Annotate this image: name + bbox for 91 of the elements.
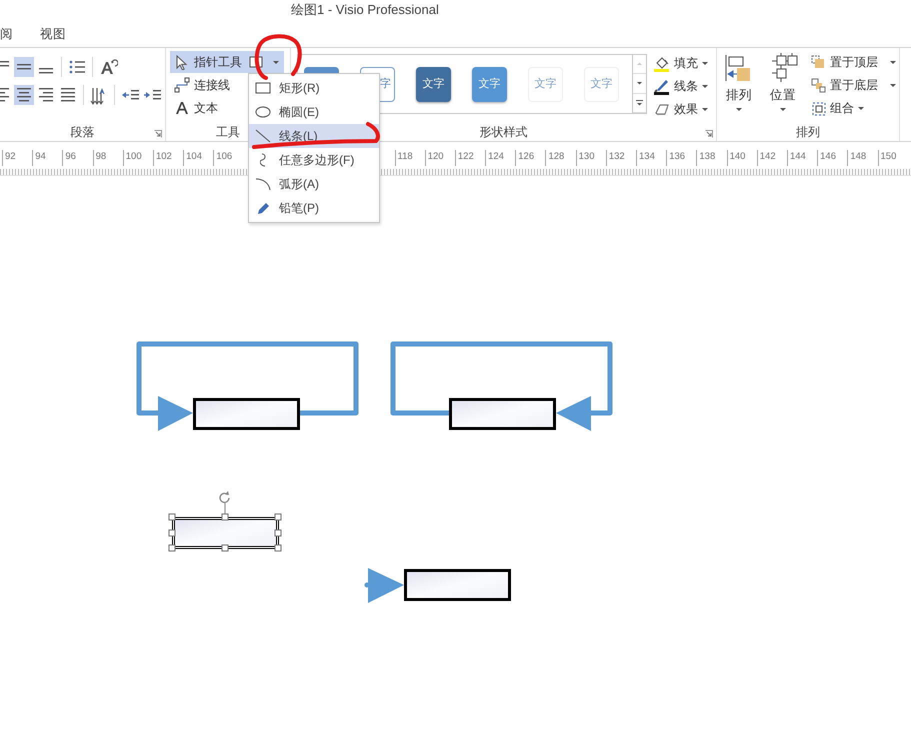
front-button[interactable]: 置于顶层 xyxy=(809,51,898,73)
ruler-label: 118 xyxy=(394,150,425,166)
ruler-label: 102 xyxy=(152,150,184,166)
process-shape[interactable] xyxy=(449,398,556,430)
dialog-launcher-icon[interactable] xyxy=(705,130,713,138)
ellipse-icon xyxy=(255,104,271,120)
ruler-label: 106 xyxy=(213,150,244,166)
ruler-label: 94 xyxy=(32,150,62,166)
ruler-label: 98 xyxy=(92,150,123,166)
menu-item[interactable]: 椭圆(E) xyxy=(249,100,379,124)
process-shape[interactable] xyxy=(193,398,300,430)
process-shape[interactable] xyxy=(404,569,511,601)
align-bottom-icon xyxy=(39,68,53,74)
group-label: 排列 xyxy=(796,125,820,140)
ruler-label: 138 xyxy=(696,150,727,166)
caret-icon xyxy=(702,108,708,110)
font-grow-icon xyxy=(98,57,118,77)
freeform-icon xyxy=(260,153,267,167)
caret-icon xyxy=(273,60,279,64)
style-tile[interactable]: 文字 xyxy=(416,66,451,102)
ribbon-tab[interactable]: 视图 xyxy=(26,25,79,44)
dialog-launcher-icon[interactable] xyxy=(154,130,162,138)
group-button[interactable]: 组合 xyxy=(809,97,898,119)
effects-button[interactable]: 效果 xyxy=(651,98,710,120)
arc-icon xyxy=(255,176,271,192)
back-icon xyxy=(811,78,826,92)
align-center-button[interactable] xyxy=(14,85,34,105)
text-icon xyxy=(174,100,190,116)
fill-icon xyxy=(653,54,670,72)
justify-icon xyxy=(61,88,75,102)
ruler-label: 92 xyxy=(2,150,32,166)
scroll-down-icon xyxy=(635,79,644,88)
group-label: 工具 xyxy=(216,125,240,140)
caret-icon xyxy=(702,62,708,64)
ruler-label: 100 xyxy=(122,150,153,166)
connector-tool-button[interactable]: 连接线 xyxy=(170,74,234,96)
pointer-icon xyxy=(174,54,190,70)
group-label: 形状样式 xyxy=(480,125,528,140)
caret-icon xyxy=(858,106,864,110)
ruler-label: 148 xyxy=(847,150,878,166)
rectangle-icon xyxy=(255,80,271,96)
connector-icon xyxy=(174,77,190,93)
ruler-label: 124 xyxy=(485,150,516,166)
more-icon xyxy=(635,98,644,107)
group-label: 段落 xyxy=(70,125,94,140)
connector-arrow[interactable] xyxy=(136,342,358,431)
menu-item[interactable]: 任意多边形(F) xyxy=(249,148,379,172)
ruler-label: 144 xyxy=(786,150,818,166)
ruler-label: 122 xyxy=(454,150,486,166)
menu-item[interactable]: 弧形(A) xyxy=(249,172,379,196)
caret-icon xyxy=(890,84,896,86)
ruler-label: 142 xyxy=(756,150,787,166)
line-icon xyxy=(255,128,271,144)
align-center-icon xyxy=(17,88,31,102)
ruler-label: 130 xyxy=(576,150,606,166)
font-grow-button[interactable] xyxy=(98,57,118,77)
back-button[interactable]: 置于底层 xyxy=(809,74,898,96)
fill-button[interactable]: 填充 xyxy=(651,52,710,74)
caret-icon xyxy=(736,108,742,111)
caret-icon xyxy=(702,84,708,88)
line-button[interactable]: 线条 xyxy=(651,75,710,97)
menu-item[interactable]: 矩形(R) xyxy=(249,76,379,100)
menu-item[interactable]: 铅笔(P) xyxy=(249,196,379,220)
position-button[interactable]: 位置 xyxy=(765,53,801,119)
pointer-tool-button[interactable]: 指针工具 xyxy=(170,51,246,73)
ruler-label: 128 xyxy=(545,150,576,166)
caret-icon xyxy=(780,108,786,111)
line-icon xyxy=(653,78,670,94)
ruler-label: 104 xyxy=(183,150,214,166)
ruler-label: 120 xyxy=(424,150,455,166)
ruler-label: 136 xyxy=(666,150,696,166)
ribbon-tab[interactable]: 阅 xyxy=(0,25,26,44)
window-title: 绘图1 - Visio Professional xyxy=(290,1,440,19)
pencil-icon xyxy=(255,200,271,216)
align-middle-button[interactable] xyxy=(14,57,34,77)
text-tool-button[interactable]: 文本 xyxy=(170,97,222,119)
align-middle-icon xyxy=(17,64,31,70)
selected-shape[interactable] xyxy=(168,491,282,552)
ruler-label: 96 xyxy=(62,150,93,166)
caret-icon xyxy=(890,60,896,64)
align-right-icon xyxy=(39,88,53,102)
group-icon xyxy=(811,100,826,116)
align-button[interactable]: 排列 xyxy=(721,53,757,119)
front-icon xyxy=(811,54,826,70)
ruler-label: 150 xyxy=(878,150,908,166)
ruler-label: 134 xyxy=(636,150,666,166)
ruler-label: 126 xyxy=(515,150,546,166)
connector-arrow[interactable] xyxy=(390,342,612,431)
ruler-label: 140 xyxy=(726,150,757,166)
ruler-label: 132 xyxy=(606,150,636,166)
ruler-label: 146 xyxy=(817,150,848,166)
